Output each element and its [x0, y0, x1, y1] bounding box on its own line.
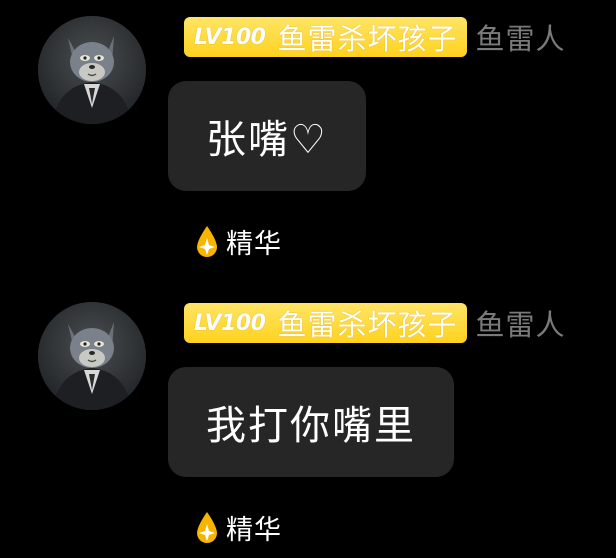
level-label: LV100: [194, 24, 266, 50]
username[interactable]: 鱼雷人: [475, 302, 565, 344]
message-header: LV100 鱼雷杀坏孩子 鱼雷人: [184, 303, 565, 343]
essence-label: 精华: [226, 514, 282, 546]
avatar[interactable]: [38, 302, 146, 410]
message-header: LV100 鱼雷杀坏孩子 鱼雷人: [184, 17, 565, 57]
level-badge[interactable]: LV100 鱼雷杀坏孩子: [184, 17, 468, 57]
drop-icon: [197, 512, 217, 543]
drop-icon: [197, 226, 217, 257]
badge-title: 鱼雷杀坏孩子: [277, 22, 458, 56]
message-bubble[interactable]: 张嘴♡: [168, 81, 366, 191]
level-label: LV100: [194, 310, 266, 336]
essence-tag[interactable]: 精华: [194, 224, 282, 260]
username[interactable]: 鱼雷人: [475, 16, 565, 58]
chat-message: LV100 鱼雷杀坏孩子 鱼雷人 张嘴♡ 精华: [0, 0, 616, 260]
essence-tag[interactable]: 精华: [194, 510, 282, 546]
essence-label: 精华: [226, 228, 282, 260]
level-badge[interactable]: LV100 鱼雷杀坏孩子: [184, 303, 468, 343]
badge-title: 鱼雷杀坏孩子: [277, 308, 458, 342]
avatar[interactable]: [38, 16, 146, 124]
message-bubble[interactable]: 我打你嘴里: [168, 367, 454, 477]
chat-message: LV100 鱼雷杀坏孩子 鱼雷人 我打你嘴里 精华: [0, 286, 616, 546]
